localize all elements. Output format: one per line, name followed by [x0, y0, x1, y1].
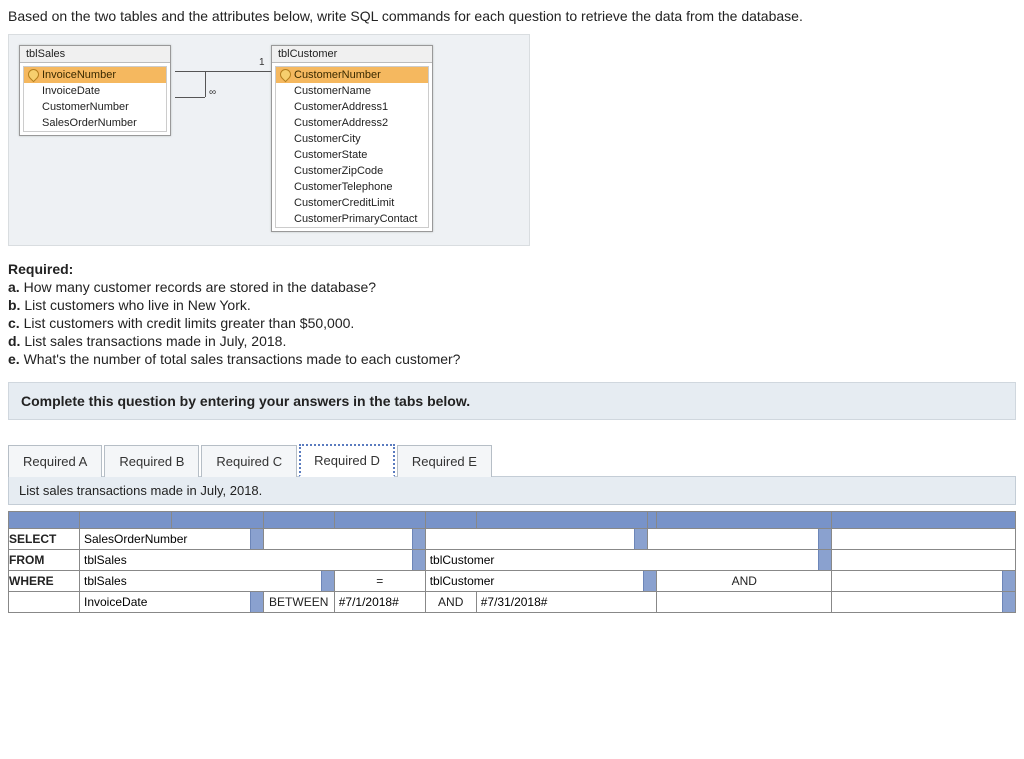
from-table-input[interactable]	[426, 551, 831, 569]
relationship-line	[175, 71, 271, 72]
where-extra-input[interactable]	[832, 572, 1015, 590]
cardinality-one: 1	[259, 57, 265, 68]
field: CustomerCreditLimit	[276, 195, 428, 211]
field: CustomerAddress2	[276, 115, 428, 131]
field-pk: InvoiceNumber	[24, 67, 166, 83]
select-field-input[interactable]	[264, 530, 425, 548]
where-left-input[interactable]	[80, 572, 334, 590]
cond-date-end-input[interactable]	[477, 593, 657, 611]
field: CustomerCity	[276, 131, 428, 147]
relationship-line	[175, 97, 205, 98]
table-tblSales: tblSales InvoiceNumber InvoiceDate Custo…	[19, 45, 171, 136]
cardinality-many: ∞	[209, 87, 216, 98]
empty-cell	[832, 529, 1016, 550]
select-field-dropdown[interactable]	[80, 529, 264, 550]
field: CustomerName	[276, 83, 428, 99]
field: SalesOrderNumber	[24, 115, 166, 131]
tabs-row: Required A Required B Required C Require…	[8, 444, 1016, 477]
field: CustomerPrimaryContact	[276, 211, 428, 227]
required-item: c. List customers with credit limits gre…	[8, 314, 1016, 332]
where-right-dropdown[interactable]	[425, 571, 657, 592]
from-table-dropdown[interactable]	[425, 550, 831, 571]
where-extra-dropdown[interactable]	[832, 571, 1016, 592]
tab-prompt: List sales transactions made in July, 20…	[8, 476, 1016, 505]
empty-cell	[832, 550, 1016, 571]
grid-row-condition: BETWEEN AND	[9, 592, 1016, 613]
tab-required-a[interactable]: Required A	[8, 445, 102, 477]
required-item: e. What's the number of total sales tran…	[8, 350, 1016, 368]
empty-cell	[657, 592, 832, 613]
table-title: tblCustomer	[272, 46, 432, 63]
relationship-line	[205, 71, 206, 97]
clause-label-from: FROM	[9, 550, 80, 571]
cond-between-label: BETWEEN	[263, 592, 334, 613]
required-block: Required: a. a. How many customer record…	[8, 260, 1016, 368]
cond-date-end[interactable]	[476, 592, 657, 613]
clause-label-select: SELECT	[9, 529, 80, 550]
field: CustomerState	[276, 147, 428, 163]
field: CustomerNumber	[24, 99, 166, 115]
select-field-dropdown[interactable]	[263, 529, 425, 550]
tab-required-b[interactable]: Required B	[104, 445, 199, 477]
question-text: Based on the two tables and the attribut…	[8, 8, 1016, 24]
tab-required-d[interactable]: Required D	[299, 444, 395, 477]
required-item: a. a. How many customer records are stor…	[8, 278, 1016, 296]
from-table-dropdown[interactable]	[80, 550, 426, 571]
required-heading: Required:	[8, 260, 1016, 278]
where-right-input[interactable]	[426, 572, 657, 590]
field-label: CustomerNumber	[294, 69, 381, 81]
sql-builder-grid: SELECT FROM WHERE = AND BETWEEN AND	[8, 511, 1016, 613]
table-title: tblSales	[20, 46, 170, 63]
instruction-bar: Complete this question by entering your …	[8, 382, 1016, 420]
cond-date-start-input[interactable]	[335, 593, 425, 611]
where-left-dropdown[interactable]	[80, 571, 335, 592]
cond-extra-dropdown[interactable]	[832, 592, 1016, 613]
table-tblCustomer: tblCustomer CustomerNumber CustomerName …	[271, 45, 433, 232]
empty-cell	[9, 592, 80, 613]
select-field-input[interactable]	[426, 530, 648, 548]
cond-and-label: AND	[425, 592, 476, 613]
grid-row-where: WHERE = AND	[9, 571, 1016, 592]
cond-field-dropdown[interactable]	[80, 592, 264, 613]
tab-required-e[interactable]: Required E	[397, 445, 492, 477]
field: CustomerTelephone	[276, 179, 428, 195]
cond-extra-input[interactable]	[832, 593, 1015, 611]
key-icon	[26, 67, 42, 83]
field: InvoiceDate	[24, 83, 166, 99]
select-field-dropdown[interactable]	[425, 529, 648, 550]
from-table-input[interactable]	[80, 551, 425, 569]
select-field-dropdown[interactable]	[648, 529, 832, 550]
required-item: d. List sales transactions made in July,…	[8, 332, 1016, 350]
select-field-input[interactable]	[80, 530, 263, 548]
select-field-input[interactable]	[648, 530, 831, 548]
required-item: b. List customers who live in New York.	[8, 296, 1016, 314]
where-and-label: AND	[657, 571, 832, 592]
grid-row-select: SELECT	[9, 529, 1016, 550]
field: CustomerAddress1	[276, 99, 428, 115]
field-pk: CustomerNumber	[276, 67, 428, 83]
grid-header-row	[9, 512, 1016, 529]
key-icon	[278, 67, 294, 83]
tab-required-c[interactable]: Required C	[201, 445, 297, 477]
er-diagram: tblSales InvoiceNumber InvoiceDate Custo…	[8, 34, 530, 246]
clause-label-where: WHERE	[9, 571, 80, 592]
field: CustomerZipCode	[276, 163, 428, 179]
where-operator: =	[334, 571, 425, 592]
cond-date-start[interactable]	[334, 592, 425, 613]
cond-field-input[interactable]	[80, 593, 263, 611]
grid-row-from: FROM	[9, 550, 1016, 571]
field-label: InvoiceNumber	[42, 69, 116, 81]
